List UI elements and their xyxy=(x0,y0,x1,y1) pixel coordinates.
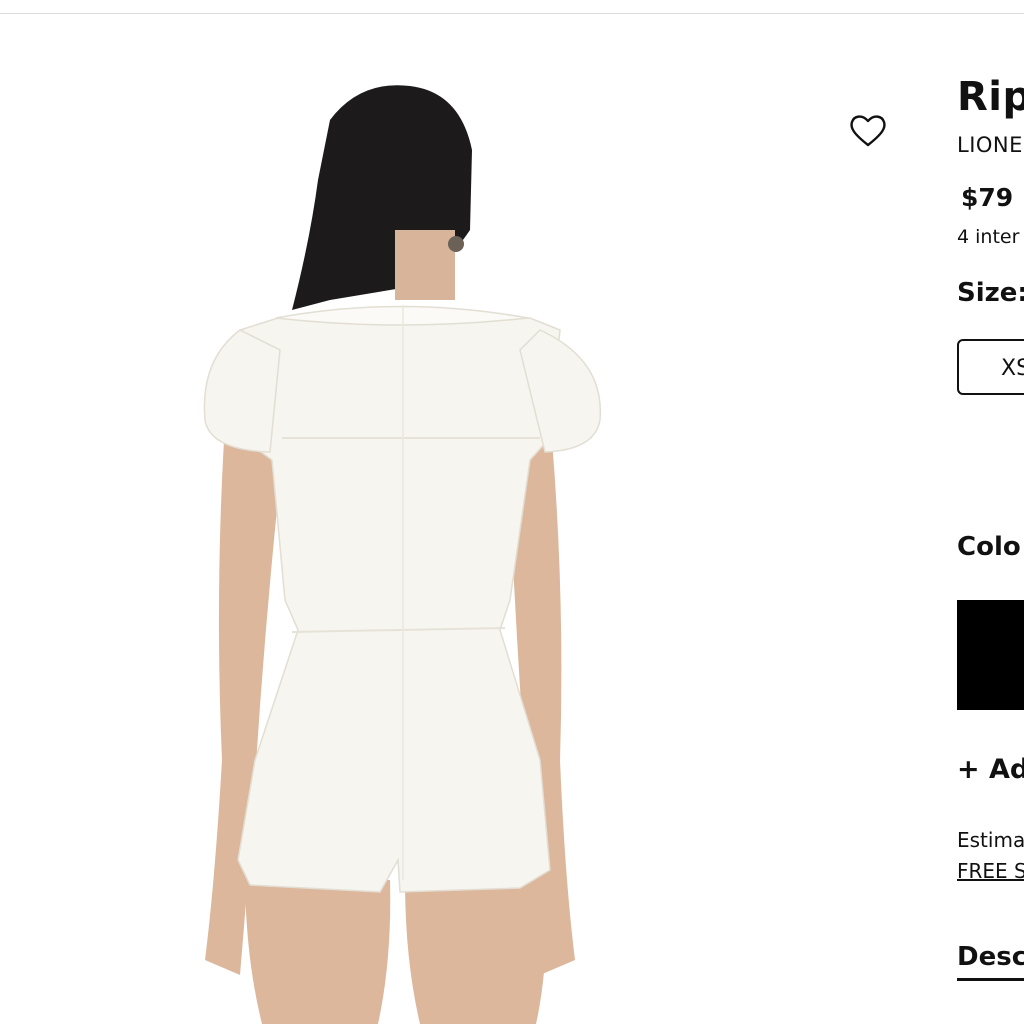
size-option-xs[interactable]: XS xyxy=(957,339,1024,395)
product-price: $79 xyxy=(961,183,1014,212)
model-photo xyxy=(203,85,602,1024)
free-shipping-link[interactable]: FREE SH xyxy=(957,859,1024,883)
brand-link[interactable]: LIONE xyxy=(957,133,1023,157)
tab-description[interactable]: Desc xyxy=(957,942,1024,981)
wishlist-button[interactable] xyxy=(848,112,888,148)
product-image[interactable] xyxy=(0,14,940,1024)
product-title: Rip xyxy=(957,74,1024,120)
color-label: Colo xyxy=(957,532,1021,562)
color-swatch-black[interactable] xyxy=(957,600,1024,710)
heart-outline-icon xyxy=(850,115,886,147)
size-label: Size: xyxy=(957,278,1024,308)
installments-text: 4 inter xyxy=(957,226,1020,248)
product-info-panel: Rip LIONE $79 4 inter Size: XS Colo + Ad… xyxy=(957,0,1024,1024)
estimated-delivery-text: Estima xyxy=(957,828,1024,852)
add-to-bag-link[interactable]: + Ad xyxy=(957,754,1024,785)
